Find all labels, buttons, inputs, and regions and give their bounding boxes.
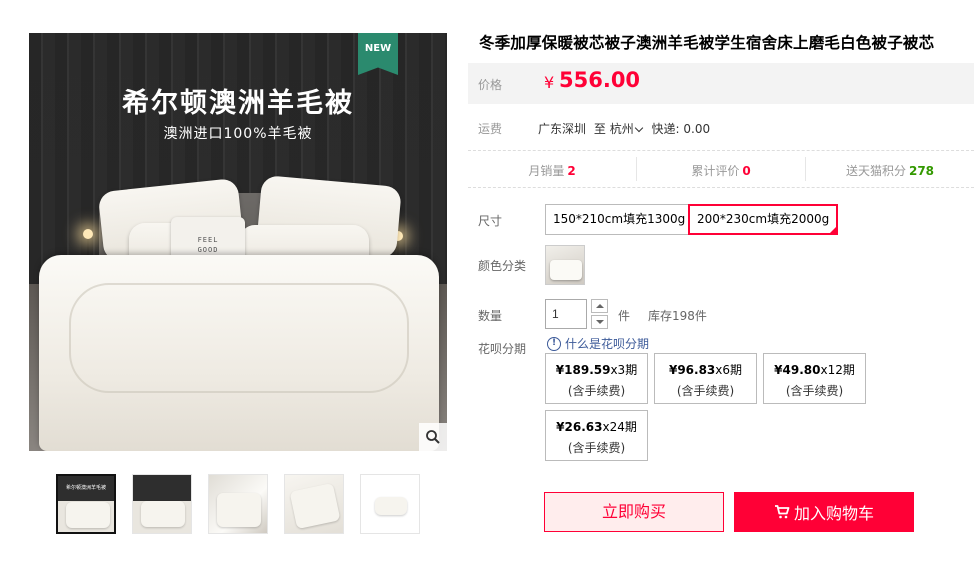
stat-value: 2: [567, 164, 576, 178]
lamp-icon: [83, 229, 93, 239]
cart-icon: [774, 505, 790, 519]
zoom-button[interactable]: [419, 423, 447, 451]
size-option-text: 150*210cm填充1300g: [553, 212, 686, 226]
stat-label: 月销量: [528, 164, 565, 178]
thumbnail-5[interactable]: [360, 474, 420, 534]
swatch-duvet: [550, 260, 582, 280]
quantity-input[interactable]: 1: [545, 299, 587, 329]
price-label: 价格: [478, 78, 503, 92]
add-to-cart-button[interactable]: 加入购物车: [734, 492, 914, 532]
ship-to: 杭州: [609, 122, 634, 136]
image-headline: 希尔顿澳洲羊毛被: [122, 88, 354, 119]
ship-destination-select[interactable]: 杭州: [610, 122, 648, 136]
quantity-unit: 件: [618, 309, 631, 323]
selected-check-icon: [828, 225, 839, 235]
huabei-option-24[interactable]: ¥26.63x24期 (含手续费): [545, 410, 648, 461]
huabei-periods: x12期: [820, 363, 855, 377]
arrow-down-icon: [595, 320, 604, 324]
huabei-fee: (含手续费): [567, 384, 626, 398]
quantity-label: 数量: [478, 309, 503, 323]
quantity-increase-button[interactable]: [591, 299, 608, 313]
add-to-cart-label: 加入购物车: [793, 504, 874, 523]
huabei-price: ¥49.80: [774, 363, 821, 377]
buy-now-button[interactable]: 立即购买: [544, 492, 724, 532]
thumbnail-4[interactable]: [284, 474, 344, 534]
huabei-periods: x3期: [610, 363, 638, 377]
ship-from: 广东深圳: [538, 122, 587, 136]
magnifier-icon: [426, 430, 440, 444]
stat-monthly-sales: 月销量 2: [468, 157, 637, 181]
stat-value: 278: [908, 164, 935, 178]
huabei-periods: x6期: [715, 363, 743, 377]
thumbnail-text: 希尔顿澳洲羊毛被: [65, 485, 106, 491]
huabei-line1: ¥96.83x6期: [655, 361, 756, 378]
color-swatch-white[interactable]: [545, 245, 585, 285]
huabei-option-3[interactable]: ¥189.59x3期 (含手续费): [545, 353, 648, 404]
shipping-value: 广东深圳 至 杭州 快递: 0.00: [538, 120, 710, 137]
stat-label: 送天猫积分: [845, 164, 906, 178]
huabei-price: ¥96.83: [668, 363, 716, 377]
huabei-fee: (含手续费): [785, 384, 844, 398]
huabei-line1: ¥26.63x24期: [546, 418, 647, 435]
stat-reviews[interactable]: 累计评价 0: [637, 157, 806, 181]
arrow-up-icon: [595, 304, 604, 308]
size-option-200x230[interactable]: 200*230cm填充2000g: [688, 204, 839, 235]
huabei-line1: ¥189.59x3期: [546, 361, 647, 378]
huabei-periods: x24期: [602, 420, 637, 434]
price-value: 556.00: [559, 68, 641, 92]
huabei-option-6[interactable]: ¥96.83x6期 (含手续费): [654, 353, 757, 404]
shipping-fee: 快递: 0.00: [651, 122, 711, 136]
huabei-price: ¥189.59: [555, 363, 611, 377]
thumbnail-bed: [141, 501, 185, 527]
huabei-option-12[interactable]: ¥49.80x12期 (含手续费): [763, 353, 866, 404]
huabei-help-link[interactable]: ! 什么是花呗分期: [547, 335, 649, 352]
thumbnail-bed: [66, 502, 110, 528]
size-option-150x210[interactable]: 150*210cm填充1300g: [545, 204, 694, 235]
thumbnail-bed: [375, 497, 407, 515]
price-box: 价格 ¥ 556.00: [468, 63, 974, 104]
quantity-decrease-button[interactable]: [591, 315, 608, 329]
stats-bar: 月销量 2 累计评价 0 送天猫积分 278: [468, 150, 974, 188]
stat-label: 累计评价: [691, 164, 740, 178]
stat-value: 0: [742, 164, 751, 178]
color-label: 颜色分类: [478, 259, 527, 273]
duvet-fold: [69, 283, 409, 393]
thumbnail-1[interactable]: 希尔顿澳洲羊毛被: [56, 474, 116, 534]
stock-count: 库存198件: [648, 309, 707, 323]
product-title: 冬季加厚保暖被芯被子澳洲羊毛被学生宿舍床上磨毛白色被子被芯: [479, 34, 935, 52]
size-label: 尺寸: [478, 214, 503, 228]
currency-symbol: ¥: [544, 73, 555, 92]
ship-to-word: 至: [593, 122, 606, 136]
chevron-down-icon: [634, 123, 643, 133]
stat-points: 送天猫积分 278: [806, 157, 974, 181]
huabei-label: 花呗分期: [478, 342, 527, 356]
thumbnail-2[interactable]: [132, 474, 192, 534]
huabei-price: ¥26.63: [556, 420, 603, 434]
thumbnail-bed: [217, 493, 261, 527]
huabei-fee: (含手续费): [567, 441, 626, 455]
pillow-text: FEEL GOOD: [197, 236, 219, 254]
huabei-help-text: 什么是花呗分期: [565, 337, 650, 351]
main-product-image[interactable]: FEEL GOOD 希尔顿澳洲羊毛被 澳洲进口100%羊毛被: [29, 33, 447, 451]
shipping-label: 运费: [478, 122, 503, 136]
image-subheadline: 澳洲进口100%羊毛被: [163, 126, 313, 142]
thumbnail-strip: 希尔顿澳洲羊毛被: [56, 474, 420, 534]
huabei-fee: (含手续费): [676, 384, 735, 398]
size-option-text: 200*230cm填充2000g: [697, 212, 830, 226]
huabei-line1: ¥49.80x12期: [764, 361, 865, 378]
thumbnail-3[interactable]: [208, 474, 268, 534]
info-icon: !: [547, 336, 561, 351]
